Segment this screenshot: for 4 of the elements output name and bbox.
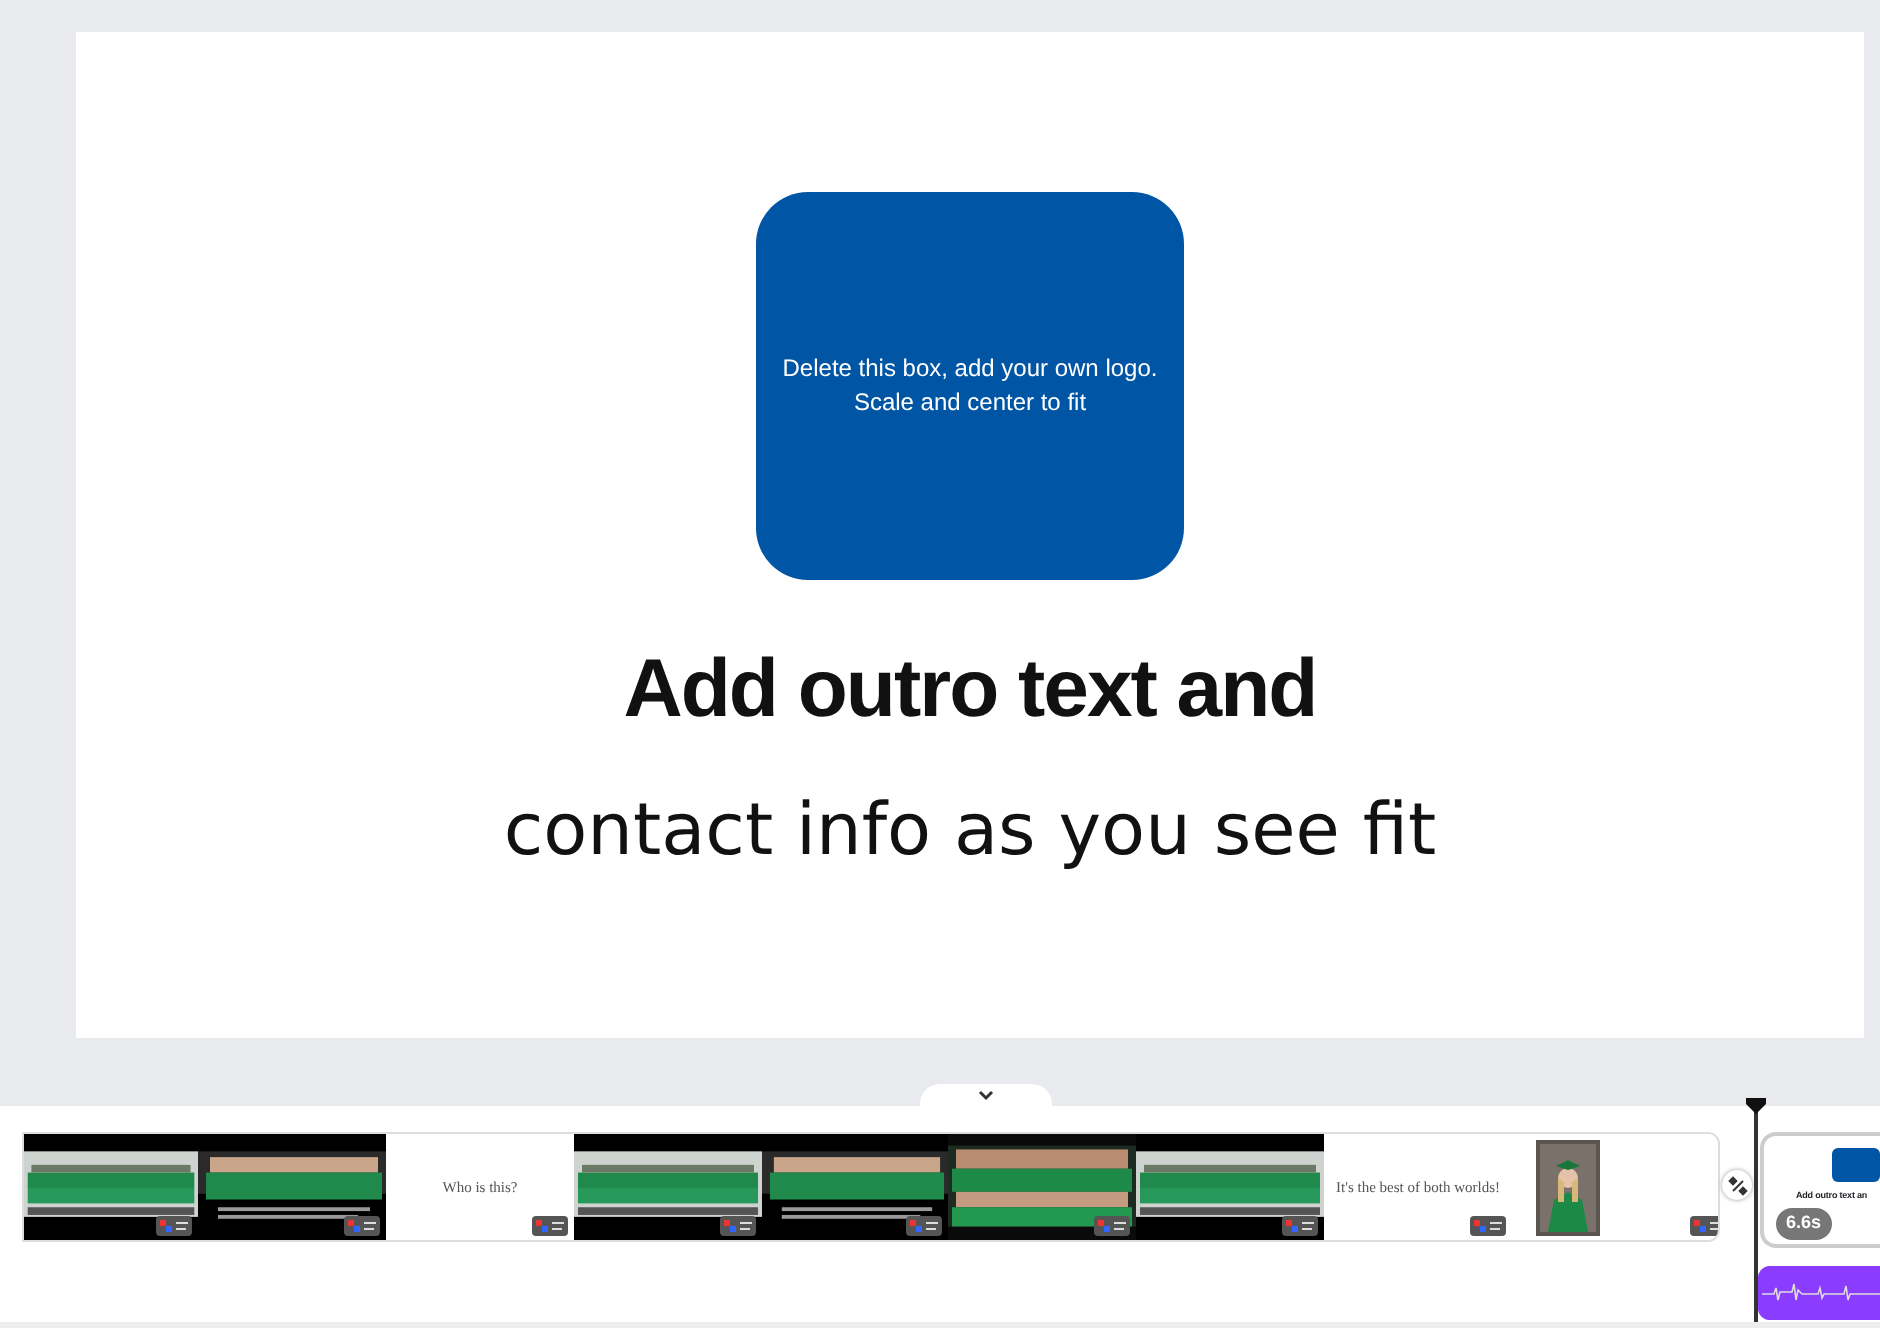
outro-subheading: contact info as you see fit [503,788,1437,876]
duration-badge: 6.6s [1776,1208,1832,1239]
logo-placeholder[interactable]: Delete this box, add your own logo. Scale and center to fit [756,192,1184,580]
outro-heading: Add outro text and [623,640,1317,736]
